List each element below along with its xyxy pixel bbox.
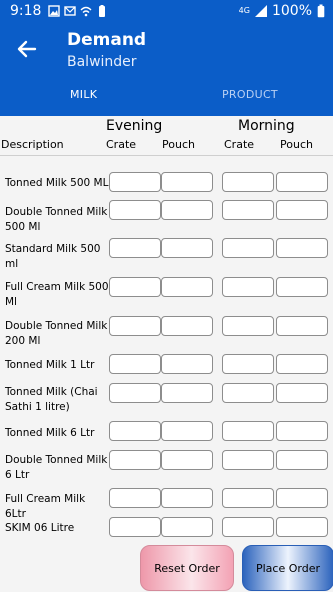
evening-crate-input[interactable] — [109, 488, 161, 508]
evening-pouch-input[interactable] — [161, 316, 213, 336]
header-description: Description — [1, 138, 64, 151]
header-morning: Morning — [238, 118, 295, 134]
morning-crate-input[interactable] — [222, 354, 274, 374]
morning-crate-input[interactable] — [222, 517, 274, 537]
morning-crate-input[interactable] — [222, 277, 274, 297]
morning-crate-input[interactable] — [222, 172, 274, 192]
morning-pouch-input[interactable] — [276, 488, 328, 508]
row-label: Double Tonned Milk 6 Ltr — [5, 454, 108, 481]
morning-crate-input[interactable] — [222, 316, 274, 336]
status-right-group: 4G 100% — [239, 3, 325, 19]
header-morning-crate: Crate — [224, 138, 255, 151]
page-title: Demand — [67, 30, 147, 50]
morning-crate-input[interactable] — [222, 238, 274, 258]
row-label: Tonned Milk 1 Ltr — [5, 359, 95, 371]
row-label: Double Tonned Milk 500 Ml — [5, 206, 108, 233]
evening-pouch-input[interactable] — [161, 517, 213, 537]
status-notification-icons — [48, 4, 108, 18]
evening-crate-input[interactable] — [109, 354, 161, 374]
row-label: Tonned Milk 500 ML — [5, 177, 109, 189]
battery-saver-icon — [99, 5, 105, 17]
signal-icon — [254, 5, 267, 17]
evening-crate-input[interactable] — [109, 277, 161, 297]
morning-pouch-input[interactable] — [276, 238, 328, 258]
morning-pouch-input[interactable] — [276, 354, 328, 374]
row-label: Full Cream Milk 500 Ml — [5, 281, 109, 308]
morning-pouch-input[interactable] — [276, 517, 328, 537]
header-divider — [0, 155, 333, 156]
app-bar: Demand Balwinder MILK PRODUCT — [0, 24, 333, 116]
gallery-icon — [48, 5, 60, 17]
morning-crate-input[interactable] — [222, 450, 274, 470]
evening-crate-input[interactable] — [109, 316, 161, 336]
morning-crate-input[interactable] — [222, 383, 274, 403]
morning-pouch-input[interactable] — [276, 277, 328, 297]
evening-pouch-input[interactable] — [161, 172, 213, 192]
header-evening-pouch: Pouch — [162, 138, 195, 151]
morning-crate-input[interactable] — [222, 421, 274, 441]
morning-pouch-input[interactable] — [276, 421, 328, 441]
battery-percent: 100% — [271, 3, 312, 19]
evening-crate-input[interactable] — [109, 450, 161, 470]
evening-pouch-input[interactable] — [161, 383, 213, 403]
row-label: SKIM 06 Litre — [5, 522, 75, 534]
morning-crate-input[interactable] — [222, 488, 274, 508]
evening-pouch-input[interactable] — [161, 450, 213, 470]
row-label: Double Tonned Milk 200 Ml — [5, 320, 108, 347]
email-icon — [64, 6, 76, 16]
evening-crate-input[interactable] — [109, 421, 161, 441]
evening-crate-input[interactable] — [109, 200, 161, 220]
place-order-button[interactable]: Place Order — [242, 545, 333, 591]
battery-icon — [317, 4, 325, 18]
active-tab-indicator — [0, 113, 166, 116]
status-bar: 9:18 4G 100% — [0, 0, 333, 24]
row-label: Standard Milk 500 ml — [5, 243, 101, 270]
evening-pouch-input[interactable] — [161, 277, 213, 297]
morning-pouch-input[interactable] — [276, 450, 328, 470]
evening-pouch-input[interactable] — [161, 200, 213, 220]
tab-product[interactable]: PRODUCT — [222, 88, 278, 101]
evening-pouch-input[interactable] — [161, 421, 213, 441]
row-label: Tonned Milk 6 Ltr — [5, 427, 95, 439]
back-arrow-icon[interactable] — [16, 38, 38, 60]
wifi-icon — [80, 6, 92, 17]
header-morning-pouch: Pouch — [280, 138, 313, 151]
evening-crate-input[interactable] — [109, 238, 161, 258]
header-evening: Evening — [106, 118, 163, 134]
row-label: Full Cream Milk 6Ltr — [5, 493, 86, 520]
evening-crate-input[interactable] — [109, 517, 161, 537]
morning-pouch-input[interactable] — [276, 316, 328, 336]
evening-pouch-input[interactable] — [161, 238, 213, 258]
page-subtitle: Balwinder — [67, 54, 137, 70]
row-label: Tonned Milk (Chai Sathi 1 litre) — [5, 386, 98, 413]
morning-pouch-input[interactable] — [276, 200, 328, 220]
reset-order-button[interactable]: Reset Order — [140, 545, 234, 591]
evening-pouch-input[interactable] — [161, 354, 213, 374]
morning-pouch-input[interactable] — [276, 172, 328, 192]
morning-pouch-input[interactable] — [276, 383, 328, 403]
tab-milk[interactable]: MILK — [70, 88, 97, 101]
evening-crate-input[interactable] — [109, 172, 161, 192]
evening-pouch-input[interactable] — [161, 488, 213, 508]
evening-crate-input[interactable] — [109, 383, 161, 403]
status-time: 9:18 — [10, 3, 42, 19]
morning-crate-input[interactable] — [222, 200, 274, 220]
network-type: 4G — [238, 6, 250, 15]
header-evening-crate: Crate — [106, 138, 137, 151]
